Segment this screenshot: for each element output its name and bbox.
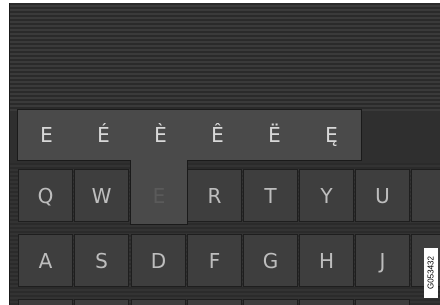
keyboard-screen: Q W R T Y U A S D F G H J K E É È Ê Ë Ę … xyxy=(9,3,440,305)
key-row3-4[interactable] xyxy=(187,299,242,305)
key-row3-6[interactable] xyxy=(299,299,354,305)
accent-popup: E É È Ê Ë Ę xyxy=(17,109,362,161)
figure-code: G053432 xyxy=(424,248,438,298)
key-a[interactable]: A xyxy=(18,234,73,287)
alt-key-e-acute[interactable]: É xyxy=(75,110,132,160)
key-row3-1[interactable] xyxy=(18,299,73,305)
key-partial-right[interactable] xyxy=(411,169,440,222)
key-t[interactable]: T xyxy=(243,169,298,222)
key-row3-3[interactable] xyxy=(131,299,186,305)
key-j[interactable]: J xyxy=(355,234,410,287)
key-d[interactable]: D xyxy=(131,234,186,287)
key-w[interactable]: W xyxy=(74,169,129,222)
pressed-key-label: E xyxy=(152,183,166,208)
key-h[interactable]: H xyxy=(299,234,354,287)
key-r[interactable]: R xyxy=(187,169,242,222)
key-f[interactable]: F xyxy=(187,234,242,287)
key-g[interactable]: G xyxy=(243,234,298,287)
key-row3-7[interactable] xyxy=(355,299,410,305)
alt-key-e-diaeresis[interactable]: Ë xyxy=(246,110,303,160)
key-q[interactable]: Q xyxy=(18,169,73,222)
alt-key-e[interactable]: E xyxy=(18,110,75,160)
key-u[interactable]: U xyxy=(355,169,410,222)
key-row3-5[interactable] xyxy=(243,299,298,305)
key-y[interactable]: Y xyxy=(299,169,354,222)
alt-key-e-circumflex[interactable]: Ê xyxy=(189,110,246,160)
popup-stem-join xyxy=(131,158,187,162)
alt-key-e-grave[interactable]: È xyxy=(132,110,189,160)
key-row3-2[interactable] xyxy=(74,299,129,305)
alt-key-e-ogonek[interactable]: Ę xyxy=(303,110,360,160)
text-display-area xyxy=(10,3,440,111)
key-s[interactable]: S xyxy=(74,234,129,287)
